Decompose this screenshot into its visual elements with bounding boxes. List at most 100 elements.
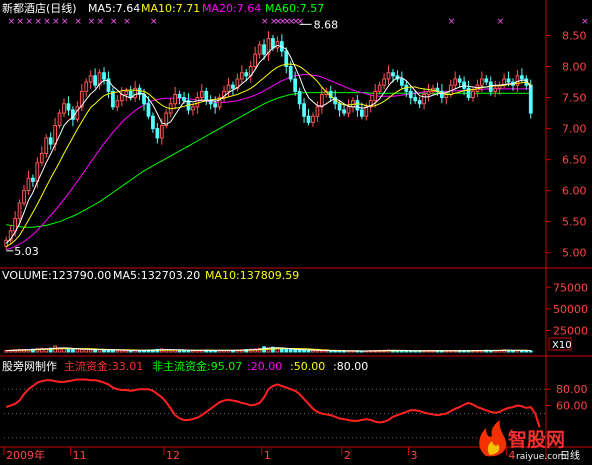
candlestick [248,60,253,83]
candle-body [506,78,511,83]
candlestick [302,98,306,124]
candlestick [346,99,351,118]
candlestick [426,83,431,102]
candlestick [395,70,400,83]
candlestick [26,170,31,195]
candlestick [137,84,142,101]
signal-marker: × [97,17,105,27]
date-label: 12 [166,449,180,461]
candle-body [457,78,462,83]
candle-body [231,84,235,89]
candle-body [66,103,71,111]
candle-body [111,90,115,108]
ma60-line [6,92,531,228]
indicator-name: 股旁网制作 [2,359,57,373]
candle-body [297,90,302,105]
candle-body [399,78,404,86]
candle-body [426,90,431,95]
date-label: 2 [344,449,351,461]
candlestick [231,81,235,96]
candle-body [48,137,53,145]
volume-bar [79,348,84,353]
candle-body [364,106,369,117]
candle-body [382,78,386,86]
volume-bar [93,349,98,353]
candle-body [39,152,44,164]
candle-body [195,97,200,108]
date-label: 3 [411,449,418,461]
candle-body [151,115,155,130]
ma5-path [5,44,532,244]
level-50-value: :50.00 [290,360,325,373]
candlestick [8,225,13,245]
price-tick-label: 7.00 [562,123,587,136]
volume-bar [311,349,315,353]
candlestick [368,95,373,113]
price-tick-label: 8.00 [562,61,587,74]
candlestick [399,71,404,90]
candle-body [413,97,418,102]
candle-body [293,78,298,92]
volume-tick-label: 50000 [553,303,588,316]
candlestick [279,34,284,57]
candlestick [119,87,124,107]
candlestick [257,41,262,59]
price-tick-label: 5.50 [562,216,587,229]
candlestick [164,109,169,129]
candlestick [199,83,204,101]
candle-body [204,90,209,102]
candle-body [53,124,57,145]
candle-body [257,44,262,55]
candle-body [453,78,458,86]
candlestick [22,185,26,207]
candlestick [173,87,178,110]
volume-multiplier: X10 [552,340,572,351]
volume-bar [279,348,284,353]
signal-marker: × [34,17,42,27]
candlestick [155,123,160,144]
candlestick [253,46,258,70]
volume-bar [75,348,80,353]
candlestick [102,67,106,85]
price-panel[interactable]: 5.005.506.006.507.007.508.008.50 × × × × × × ×… [4,17,589,260]
candlestick [239,65,244,84]
signal-marker: × [8,17,16,27]
volume-bar [71,348,75,353]
signal-marker: × [61,17,69,27]
candle-body [191,106,195,111]
candle-body [226,84,231,92]
candle-body [177,93,182,99]
candlestick [355,95,360,117]
candlestick [226,77,231,97]
candle-body [315,106,320,117]
candle-body [462,81,466,89]
volume-panel[interactable]: 25000 50000 75000 [4,281,588,353]
candle-body [13,218,17,232]
volume-bar [182,349,186,353]
date-label: 1 [264,449,271,461]
candlestick [306,108,311,126]
volume-bar [288,349,293,353]
candle-body [493,87,498,92]
candle-body [244,72,249,77]
price-axis-ticks: 5.00 5.50 6.00 6.50 7.00 7.50 8.00 8.50 [546,30,587,260]
price-tick-label: 8.50 [562,30,587,43]
candlestick [57,109,62,129]
candlestick [111,87,115,110]
main-fund-line [5,378,541,428]
candle-body [155,128,160,139]
watermark: 智股网 raiyue.com [479,420,566,462]
signal-marker: × [52,17,60,27]
indicator-header: 股旁网制作 主流资金:33.01 非主流资金:95.07 :20.00 :50.… [2,359,368,373]
signal-marker: × [123,17,131,27]
candle-body [57,112,62,126]
candle-body [115,100,120,108]
volume-tick-label: 25000 [553,324,588,337]
volume-ma10-value: MA10:137809.59 [205,269,299,282]
candle-body [417,100,422,105]
price-tick-label: 7.50 [562,92,587,105]
volume-bar [284,348,289,353]
ma60-value: MA60:7.57 [265,2,324,15]
candlestick [408,85,413,105]
volume-bar [293,349,298,353]
